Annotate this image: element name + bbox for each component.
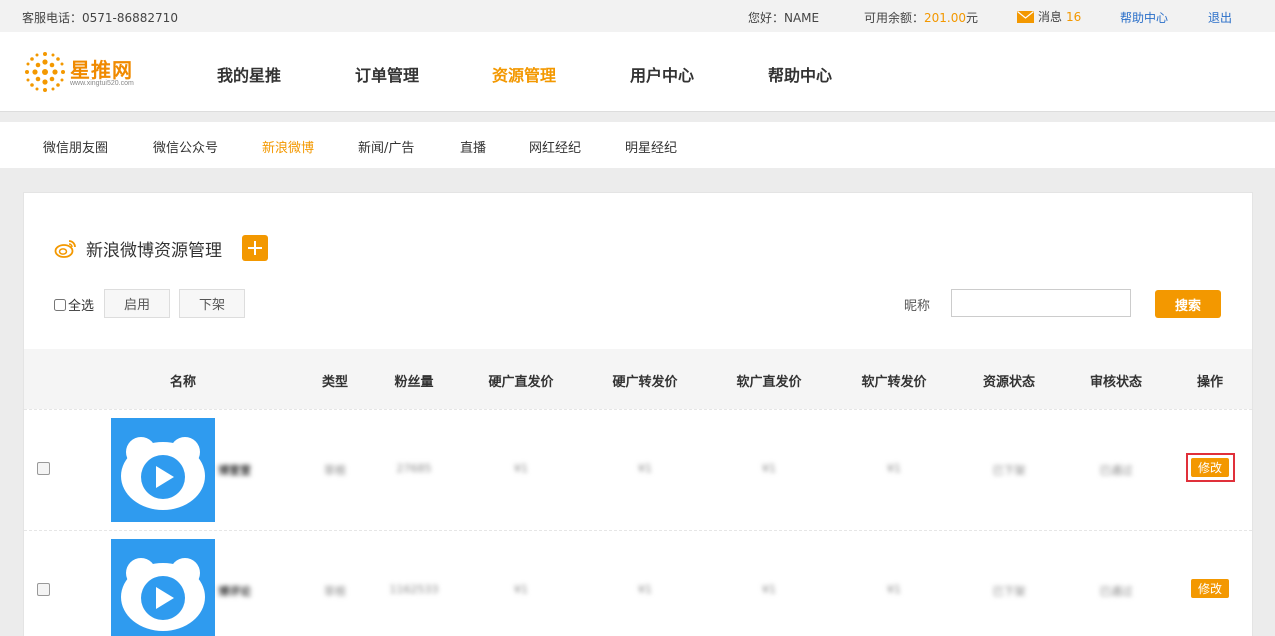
col-hard-forward-price: 硬广转发价 <box>612 375 678 390</box>
col-resource-status: 资源状态 <box>982 375 1036 390</box>
balance-unit: 元 <box>966 11 979 25</box>
balance-value: 201.00 <box>924 11 967 25</box>
add-resource-button[interactable] <box>242 235 268 261</box>
select-all-label: 全选 <box>68 299 95 314</box>
subnav-influencer[interactable]: 网红经纪 <box>529 137 581 156</box>
edit-button[interactable]: 修改 <box>1191 579 1229 598</box>
logo-url: www.xingtui520.com <box>70 80 134 87</box>
select-all[interactable]: 全选 <box>54 295 94 314</box>
table-header: 名称 类型 粉丝量 硬广直发价 硬广转发价 软广直发价 软广转发价 资源状态 审… <box>24 349 1252 409</box>
hard-forward-price: ¥1 <box>638 583 652 596</box>
service-phone: 客服电话：0571-86882710 <box>22 11 178 25</box>
nav-my-xingtui[interactable]: 我的星推 <box>217 62 281 86</box>
video-play-icon <box>121 558 205 631</box>
soft-direct-price: ¥1 <box>762 583 776 596</box>
resource-status: 已下架 <box>992 464 1026 477</box>
col-fans: 粉丝量 <box>394 375 434 390</box>
sub-nav: 微信朋友圈 微信公众号 新浪微博 新闻/广告 直播 网红经纪 明星经纪 <box>0 122 1275 168</box>
nickname-label: 昵称 <box>904 299 931 314</box>
video-play-icon <box>121 437 205 510</box>
weibo-icon <box>54 240 76 258</box>
col-hard-direct-price: 硬广直发价 <box>488 375 554 390</box>
table-row: 博萱萱 草根 27685 ¥1 ¥1 ¥1 ¥1 已下架 已通过 修改 <box>24 409 1252 529</box>
logout-link[interactable]: 退出 <box>1208 9 1232 26</box>
messages-count: 16 <box>1066 9 1082 24</box>
audit-status: 已通过 <box>1099 585 1133 598</box>
soft-direct-price: ¥1 <box>762 462 776 475</box>
audit-status: 已通过 <box>1099 464 1133 477</box>
account-avatar <box>111 418 215 522</box>
soft-forward-price: ¥1 <box>887 462 901 475</box>
account-type: 草根 <box>324 585 346 598</box>
select-all-checkbox[interactable] <box>54 298 66 311</box>
account-avatar <box>111 539 215 636</box>
col-soft-forward-price: 软广转发价 <box>861 375 927 390</box>
table-row: 博评论 草根 1162533 ¥1 ¥1 ¥1 ¥1 已下架 已通过 修改 <box>24 530 1252 636</box>
fans-count: 1162533 <box>389 583 439 596</box>
col-name: 名称 <box>169 375 197 390</box>
toolbar: 全选 启用 下架 昵称 搜索 <box>54 289 1224 319</box>
messages-link[interactable]: 消息 16 <box>1017 8 1081 25</box>
panel-title-text: 新浪微博资源管理 <box>86 240 222 261</box>
nav-user-center[interactable]: 用户中心 <box>630 62 694 86</box>
col-action: 操作 <box>1196 375 1224 390</box>
logo-text: 星推网 <box>70 58 133 82</box>
nav-order-management[interactable]: 订单管理 <box>355 62 419 86</box>
account-name: 博评论 <box>218 585 251 598</box>
nav-resource-management[interactable]: 资源管理 <box>492 62 556 86</box>
account-name: 博萱萱 <box>218 464 251 477</box>
subnav-live[interactable]: 直播 <box>460 137 486 156</box>
messages-label: 消息 <box>1038 10 1063 24</box>
subnav-sina-weibo[interactable]: 新浪微博 <box>262 137 314 156</box>
subnav-news-ads[interactable]: 新闻/广告 <box>358 137 414 156</box>
subnav-celebrity[interactable]: 明星经纪 <box>625 137 677 156</box>
subnav-wechat-official[interactable]: 微信公众号 <box>153 137 218 156</box>
soft-forward-price: ¥1 <box>887 583 901 596</box>
account-type: 草根 <box>324 464 346 477</box>
search-button[interactable]: 搜索 <box>1155 290 1221 318</box>
resource-panel: 新浪微博资源管理 全选 启用 下架 昵称 搜索 名称 类型 粉丝量 硬广直发价 … <box>23 192 1253 636</box>
logo[interactable]: 星推网 www.xingtui520.com <box>22 50 152 94</box>
help-center-link[interactable]: 帮助中心 <box>1120 9 1168 26</box>
envelope-icon <box>1017 10 1034 23</box>
subnav-wechat-moments[interactable]: 微信朋友圈 <box>43 137 108 156</box>
edit-button[interactable]: 修改 <box>1191 458 1229 477</box>
panel-title: 新浪微博资源管理 <box>54 235 268 261</box>
col-audit-status: 审核状态 <box>1089 375 1143 390</box>
balance: 可用余额：201.00元 <box>864 9 978 26</box>
sun-logo-icon <box>25 52 65 92</box>
offline-button[interactable]: 下架 <box>179 289 245 318</box>
enable-button[interactable]: 启用 <box>104 289 170 318</box>
col-type: 类型 <box>321 375 349 390</box>
nickname-input[interactable] <box>951 289 1131 317</box>
hard-direct-price: ¥1 <box>514 462 528 475</box>
user-greeting: 您好：NAME <box>748 11 820 25</box>
nav-help-center[interactable]: 帮助中心 <box>768 62 832 86</box>
row-checkbox[interactable] <box>37 462 50 475</box>
hard-direct-price: ¥1 <box>514 583 528 596</box>
balance-label: 可用余额： <box>864 11 925 25</box>
col-soft-direct-price: 软广直发价 <box>736 375 802 390</box>
resource-status: 已下架 <box>992 585 1026 598</box>
top-bar: 客服电话：0571-86882710 您好：NAME 可用余额：201.00元 … <box>0 0 1275 32</box>
fans-count: 27685 <box>396 462 432 475</box>
row-checkbox[interactable] <box>37 583 50 596</box>
hard-forward-price: ¥1 <box>638 462 652 475</box>
main-header: 星推网 www.xingtui520.com 我的星推 订单管理 资源管理 用户… <box>0 32 1275 112</box>
